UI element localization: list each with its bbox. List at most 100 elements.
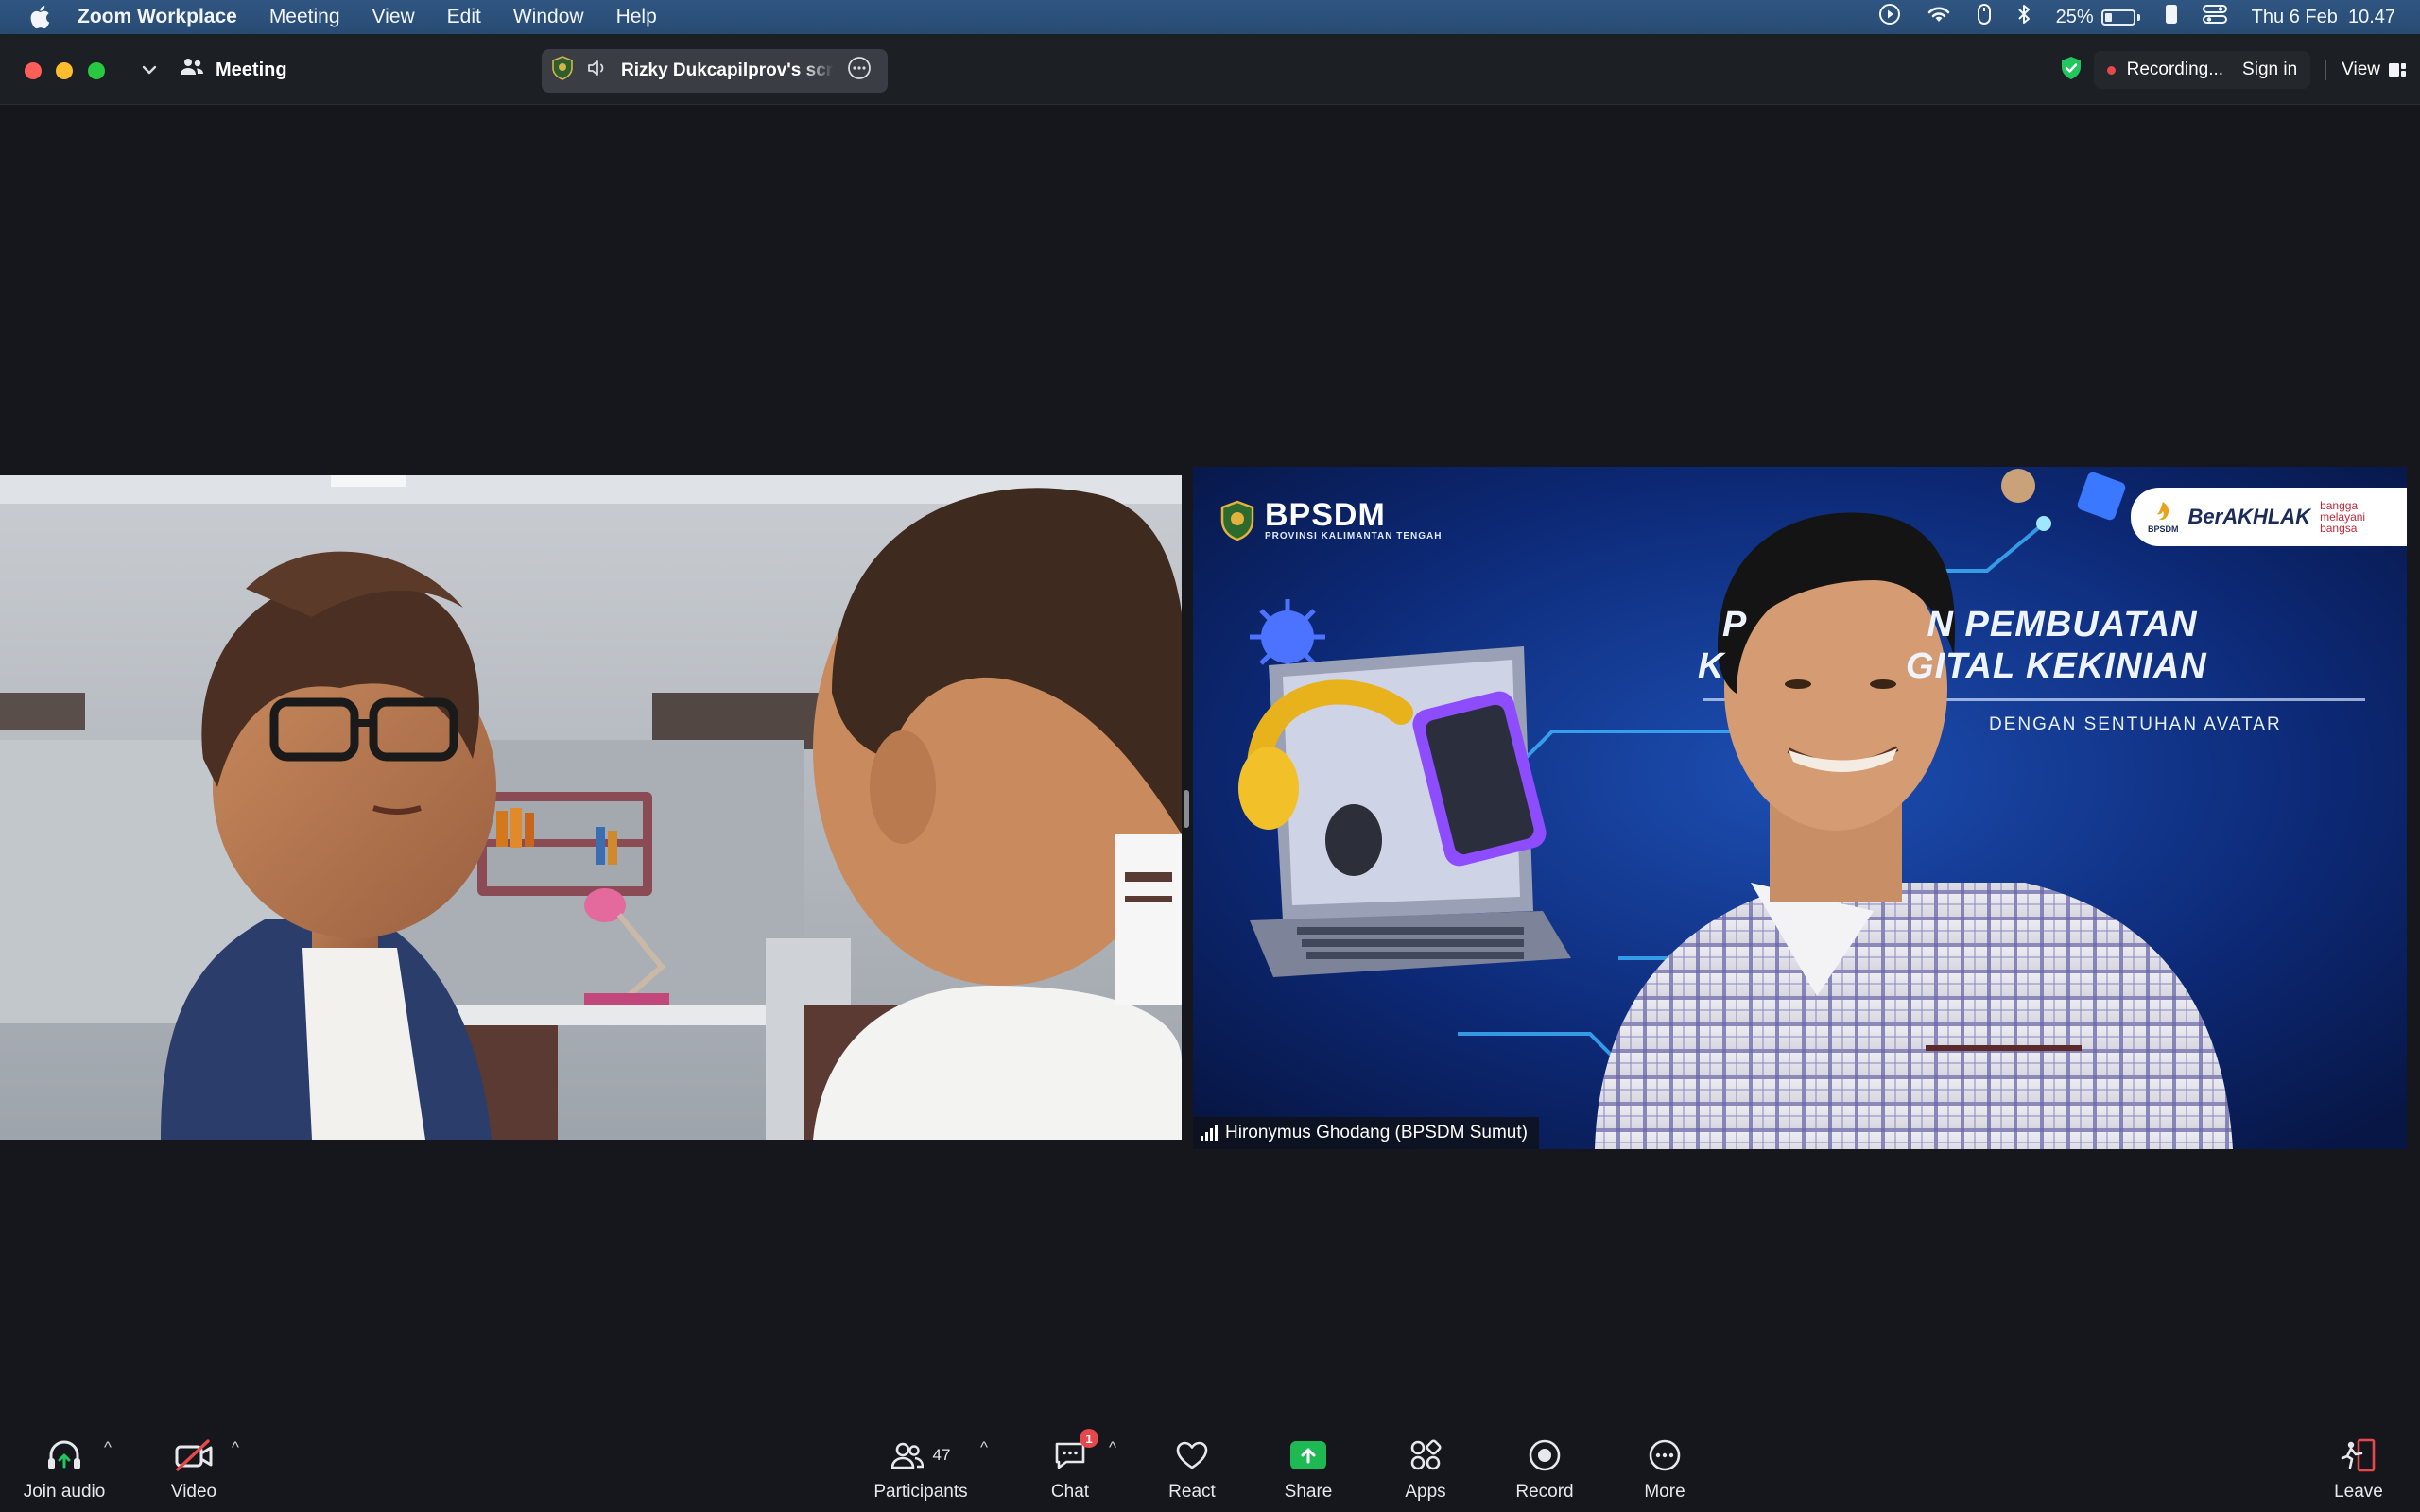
react-label: React — [1168, 1482, 1216, 1502]
record-label: Record — [1515, 1482, 1574, 1502]
apps-icon — [1409, 1435, 1442, 1476]
window-close-button[interactable] — [25, 62, 42, 79]
chat-unread-badge: 1 — [1080, 1429, 1098, 1448]
participants-count: 47 — [932, 1446, 951, 1464]
share-icon — [1290, 1435, 1326, 1476]
more-icon — [1648, 1435, 1682, 1476]
view-button[interactable]: View — [2342, 60, 2407, 80]
leave-door-icon — [2340, 1435, 2377, 1476]
menu-edit[interactable]: Edit — [431, 0, 497, 34]
more-button[interactable]: More — [1608, 1435, 1721, 1503]
battery-percent: 25% — [2055, 6, 2094, 27]
participant-name: Hironymus Ghodang (BPSDM Sumut) — [1225, 1123, 1528, 1143]
apps-label: Apps — [1405, 1482, 1446, 1502]
record-icon — [1528, 1435, 1562, 1476]
share-source-label: Rizky Dukcapilprov's screen — [621, 60, 834, 80]
slide-title-line2: K GITAL KEKINIAN — [1698, 646, 2207, 687]
battery-indicator[interactable]: 25% — [2056, 7, 2140, 28]
apple-menu-icon[interactable] — [23, 0, 57, 34]
slide-title-line1-left: P — [1722, 605, 1746, 644]
berakhlak-badge: BPSDM BerAKHLAK bangga melayani bangsa — [2131, 488, 2407, 546]
participants-button[interactable]: 47 Participants — [864, 1435, 977, 1503]
share-label: Share — [1284, 1482, 1333, 1502]
video-off-icon — [174, 1435, 214, 1476]
participant-name-tag: Hironymus Ghodang (BPSDM Sumut) — [1193, 1117, 1539, 1149]
video-options-caret-icon[interactable]: ^ — [232, 1438, 239, 1457]
headphones-icon — [45, 1435, 83, 1476]
badge-small-text: BPSDM — [2148, 524, 2179, 534]
bluetooth-icon[interactable] — [2016, 3, 2031, 31]
slide-subtitle: DENGAN SENTUHAN AVATAR — [1989, 714, 2282, 734]
view-label: View — [2342, 60, 2380, 79]
slide-org-subtitle: PROVINSI KALIMANTAN TENGAH — [1265, 531, 1443, 541]
menu-clock[interactable]: Thu 6 Feb 10.47 — [2252, 7, 2395, 28]
avatar-scene-image — [0, 475, 1182, 1140]
react-button[interactable]: React — [1135, 1435, 1249, 1503]
menu-meeting[interactable]: Meeting — [253, 0, 356, 34]
phone-mirroring-icon[interactable] — [2165, 4, 2178, 30]
berakhlak-logo-icon — [2157, 502, 2169, 521]
title-right-controls: Recording... Sign in View — [2060, 51, 2407, 89]
slide-org-logo: BPSDM PROVINSI KALIMANTAN TENGAH — [1219, 499, 1442, 541]
meeting-info-menu[interactable]: Meeting — [142, 53, 287, 87]
gallery-view-icon — [2389, 63, 2406, 77]
more-label: More — [1644, 1482, 1685, 1502]
sign-in-link[interactable]: Sign in — [2242, 60, 2297, 80]
slide-title-line2-left: K — [1698, 646, 1725, 686]
video-tile-speaker[interactable]: BPSDM PROVINSI KALIMANTAN TENGAH BPSDM B… — [1193, 467, 2407, 1149]
title-divider — [2325, 60, 2327, 80]
battery-tip — [2136, 13, 2140, 21]
participants-options-caret-icon[interactable]: ^ — [980, 1438, 988, 1457]
badge-text: BerAKHLAK — [2187, 505, 2311, 528]
window-fullscreen-button[interactable] — [88, 62, 105, 79]
wifi-icon[interactable] — [1926, 4, 1952, 30]
presenter-logo-icon — [551, 56, 574, 86]
screen-share-indicator[interactable]: Rizky Dukcapilprov's screen — [542, 49, 888, 93]
window-minimize-button[interactable] — [56, 62, 73, 79]
menu-window[interactable]: Window — [497, 0, 600, 34]
control-center-icon[interactable] — [2202, 4, 2227, 30]
meeting-label: Meeting — [216, 59, 287, 80]
audio-options-caret-icon[interactable]: ^ — [104, 1438, 112, 1457]
menu-app-name[interactable]: Zoom Workplace — [57, 0, 253, 34]
recording-label: Recording... — [2126, 60, 2224, 79]
tile-resize-handle[interactable] — [1184, 790, 1189, 828]
leave-label: Leave — [2334, 1482, 2383, 1502]
battery-icon — [2100, 9, 2135, 26]
leave-button[interactable]: Leave — [2302, 1435, 2415, 1503]
meeting-people-icon — [180, 57, 204, 83]
slide-title-line1-right: N PEMBUATAN — [1927, 605, 2198, 644]
connection-strength-icon — [1201, 1125, 1218, 1141]
encryption-shield-icon[interactable] — [2060, 56, 2083, 85]
battery-fill — [2104, 12, 2112, 22]
recording-indicator[interactable]: Recording... Sign in — [2093, 51, 2311, 89]
recording-dot — [2106, 65, 2116, 75]
chat-options-caret-icon[interactable]: ^ — [1109, 1438, 1116, 1457]
share-button[interactable]: Share — [1252, 1435, 1365, 1503]
chat-icon: 1 — [1053, 1429, 1098, 1476]
macos-menu-bar: Zoom Workplace Meeting View Edit Window … — [0, 0, 2420, 34]
apps-button[interactable]: Apps — [1369, 1435, 1482, 1503]
share-options-icon[interactable] — [847, 56, 872, 86]
slide-title-line2-right: GITAL KEKINIAN — [1906, 646, 2207, 686]
chevron-down-icon[interactable] — [142, 60, 157, 81]
video-tile-shared-screen[interactable] — [0, 475, 1182, 1140]
participants-icon — [890, 1442, 924, 1469]
menu-view[interactable]: View — [356, 0, 431, 34]
speaker-video-image — [1193, 467, 2407, 1149]
chat-label: Chat — [1050, 1482, 1090, 1502]
screen-record-icon[interactable] — [1878, 3, 1901, 31]
join-audio-label: Join audio — [23, 1482, 106, 1502]
speaker-icon[interactable] — [587, 59, 608, 83]
menu-help[interactable]: Help — [600, 0, 673, 34]
badge-side-text: bangga melayani bangsa — [2320, 499, 2366, 535]
slide-org-name: BPSDM — [1265, 497, 1386, 533]
record-button[interactable]: Record — [1488, 1435, 1601, 1503]
zoom-title-bar: Meeting Rizky Dukcapilprov's screen Reco… — [0, 34, 2420, 105]
video-label: Video — [170, 1482, 217, 1502]
bpsdm-crest-icon — [1220, 500, 1254, 541]
menu-bar-status-area: 25% Thu 6 Feb 10.47 — [1878, 0, 2395, 34]
participants-label: Participants — [873, 1482, 968, 1502]
mouse-icon[interactable] — [1977, 3, 1992, 31]
slide-title-line1: P N PEMBUATAN — [1722, 605, 2198, 645]
